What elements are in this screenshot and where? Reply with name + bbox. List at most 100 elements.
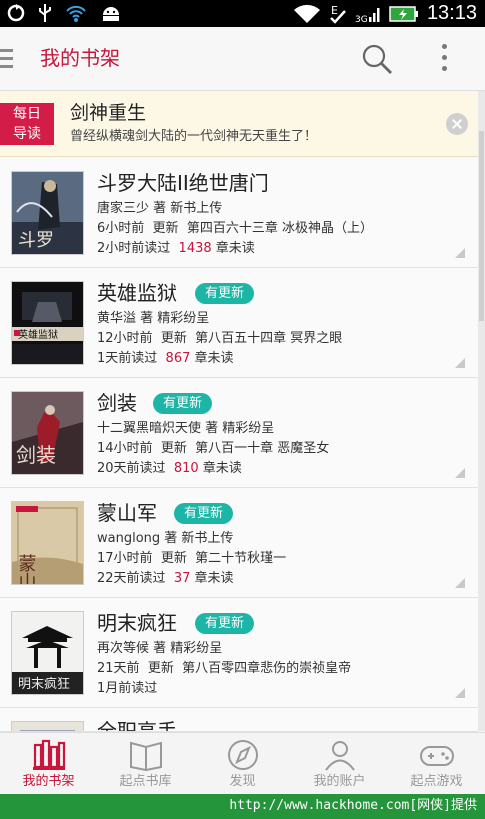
book-title: 明末疯狂: [97, 611, 177, 635]
bottom-navigation: 我的书架 起点书库 发现 我的账户 起点游戏: [0, 732, 485, 794]
book-author-line: 再次等候 著 精彩纷呈: [97, 641, 223, 656]
book-read-line: 2小时前读过 1438 章未读: [97, 240, 255, 258]
latest-chapter: 第八百零四章悲伤的崇祯皇帝: [182, 661, 352, 676]
book-item[interactable]: 英雄监狱 英雄监狱 有更新 黄华溢 著 精彩纷呈 12小时前 更新 第八百五十四…: [0, 268, 478, 378]
banner-title: 剑神重生: [70, 102, 147, 124]
unread-suffix: 章未读: [202, 461, 242, 476]
latest-chapter: 第八百五十四章 冥界之眼: [195, 331, 343, 346]
book-cover: [12, 722, 83, 731]
latest-chapter: 第二十节秋瑾一: [195, 551, 287, 566]
read-time: 20天前读过: [97, 461, 166, 476]
watermark-url[interactable]: http://www.hackhome.com[网侠]提供: [229, 796, 477, 816]
update-word: 更新: [160, 551, 187, 566]
update-word: 更新: [160, 441, 187, 456]
unread-count: 37: [173, 571, 191, 586]
cover-title: 明末疯狂: [18, 676, 70, 692]
search-icon[interactable]: [360, 42, 394, 76]
page-title: 我的书架: [40, 46, 120, 70]
usb-icon: [39, 4, 51, 22]
book-author-line: 黄华溢 著 精彩纷呈: [97, 311, 210, 326]
menu-icon[interactable]: [0, 49, 14, 69]
cover-title: 斗罗: [18, 230, 54, 251]
cover-title: 剑装: [16, 443, 56, 467]
corner-menu-icon[interactable]: [455, 468, 465, 478]
latest-chapter: 第四百六十三章 冰极神晶（上）: [186, 221, 373, 236]
book-cover: 剑装: [12, 392, 83, 474]
update-badge: 有更新: [195, 613, 255, 634]
android-icon: [103, 7, 119, 21]
nav-library[interactable]: 起点书库: [97, 733, 194, 795]
unread-suffix: 章未读: [194, 351, 234, 366]
close-icon[interactable]: [446, 113, 468, 135]
book-author-line: 唐家三少 著 新书上传: [97, 201, 223, 216]
nav-label: 我的账户: [313, 774, 366, 789]
nav-games[interactable]: 起点游戏: [388, 733, 485, 795]
book-icon: [130, 741, 162, 771]
book-item[interactable]: 明末疯狂 明末疯狂 有更新 再次等候 著 精彩纷呈 21天前 更新 第八百零四章…: [0, 598, 478, 708]
unread-count: 1438: [178, 241, 212, 256]
bookshelf-icon: [33, 739, 66, 770]
wifi-icon: [293, 4, 320, 23]
unread-suffix: 章未读: [215, 241, 255, 256]
cover-title: 英雄监狱: [18, 328, 58, 341]
book-update-line: 21天前 更新 第八百零四章悲伤的崇祯皇帝: [97, 660, 351, 678]
update-word: 更新: [147, 661, 174, 676]
book-read-line: 22天前读过 37 章未读: [97, 570, 234, 588]
nav-label: 我的书架: [22, 774, 75, 789]
update-time: 6小时前: [97, 221, 145, 236]
daily-reading-badge: 每日 导读: [0, 103, 54, 145]
book-cover: 斗罗: [12, 172, 83, 254]
book-title: 英雄监狱: [97, 281, 177, 305]
gamepad-icon: [420, 746, 454, 766]
nav-label: 起点游戏: [410, 774, 463, 789]
update-time: 17小时前: [97, 551, 153, 566]
corner-menu-icon[interactable]: [455, 358, 465, 368]
read-time: 2小时前读过: [97, 241, 171, 256]
cover-title: 蒙山军: [16, 554, 37, 584]
more-icon[interactable]: [440, 44, 448, 74]
corner-menu-icon[interactable]: [455, 248, 465, 258]
book-read-line: 1天前读过 867 章未读: [97, 350, 234, 368]
scroll-thumb[interactable]: [479, 131, 484, 321]
read-time: 22天前读过: [97, 571, 166, 586]
book-item[interactable]: 剑装 剑装 有更新 十二翼黑暗炽天使 著 精彩纷呈 14小时前 更新 第八百一十…: [0, 378, 478, 488]
book-author-line: wanglong 著 新书上传: [97, 531, 234, 546]
book-cover: 蒙山军: [12, 502, 83, 584]
update-time: 14小时前: [97, 441, 153, 456]
sync-icon: [7, 4, 25, 22]
book-cover: 英雄监狱: [12, 282, 83, 364]
update-badge: 有更新: [153, 393, 213, 414]
unread-count: 810: [173, 461, 199, 476]
scroll-track[interactable]: [478, 91, 485, 731]
unread-suffix: 章未读: [194, 571, 234, 586]
book-cover: 明末疯狂: [12, 612, 83, 694]
app-bar: 我的书架: [0, 27, 485, 91]
book-item[interactable]: 斗罗 斗罗大陆II绝世唐门 唐家三少 著 新书上传 6小时前 更新 第四百六十三…: [0, 158, 478, 268]
corner-menu-icon[interactable]: [455, 688, 465, 698]
cell-signal-icon: 3G: [355, 7, 380, 24]
update-word: 更新: [152, 221, 179, 236]
book-update-line: 6小时前 更新 第四百六十三章 冰极神晶（上）: [97, 220, 373, 238]
book-update-line: 14小时前 更新 第八百一十章 恶魔圣女: [97, 440, 329, 458]
update-word: 更新: [160, 331, 187, 346]
book-read-line: 20天前读过 810 章未读: [97, 460, 242, 478]
update-badge: 有更新: [195, 283, 255, 304]
book-title: 剑装: [97, 391, 137, 415]
nav-account[interactable]: 我的账户: [291, 733, 388, 795]
nav-bookshelf[interactable]: 我的书架: [0, 733, 97, 795]
status-right-icons: E 3G 13:13: [293, 2, 477, 25]
banner-description: 曾经纵横魂剑大陆的一代剑神无天重生了！: [70, 129, 318, 144]
nav-label: 起点书库: [119, 774, 172, 789]
nav-discover[interactable]: 发现: [194, 733, 291, 795]
user-icon: [325, 741, 355, 771]
update-badge: 有更新: [174, 503, 234, 524]
svg-text:3G: 3G: [355, 15, 368, 24]
book-update-line: 17小时前 更新 第二十节秋瑾一: [97, 550, 286, 568]
badge-line2: 导读: [13, 126, 41, 142]
daily-reading-banner[interactable]: 每日 导读 剑神重生 曾经纵横魂剑大陆的一代剑神无天重生了！: [0, 91, 478, 157]
book-item[interactable]: 全职高手: [0, 708, 478, 732]
book-item[interactable]: 蒙山军 蒙山军 有更新 wanglong 著 新书上传 17小时前 更新 第二十…: [0, 488, 478, 598]
corner-menu-icon[interactable]: [455, 578, 465, 588]
wifi-signal-icon: [66, 5, 86, 22]
status-time: 13:13: [426, 2, 477, 24]
